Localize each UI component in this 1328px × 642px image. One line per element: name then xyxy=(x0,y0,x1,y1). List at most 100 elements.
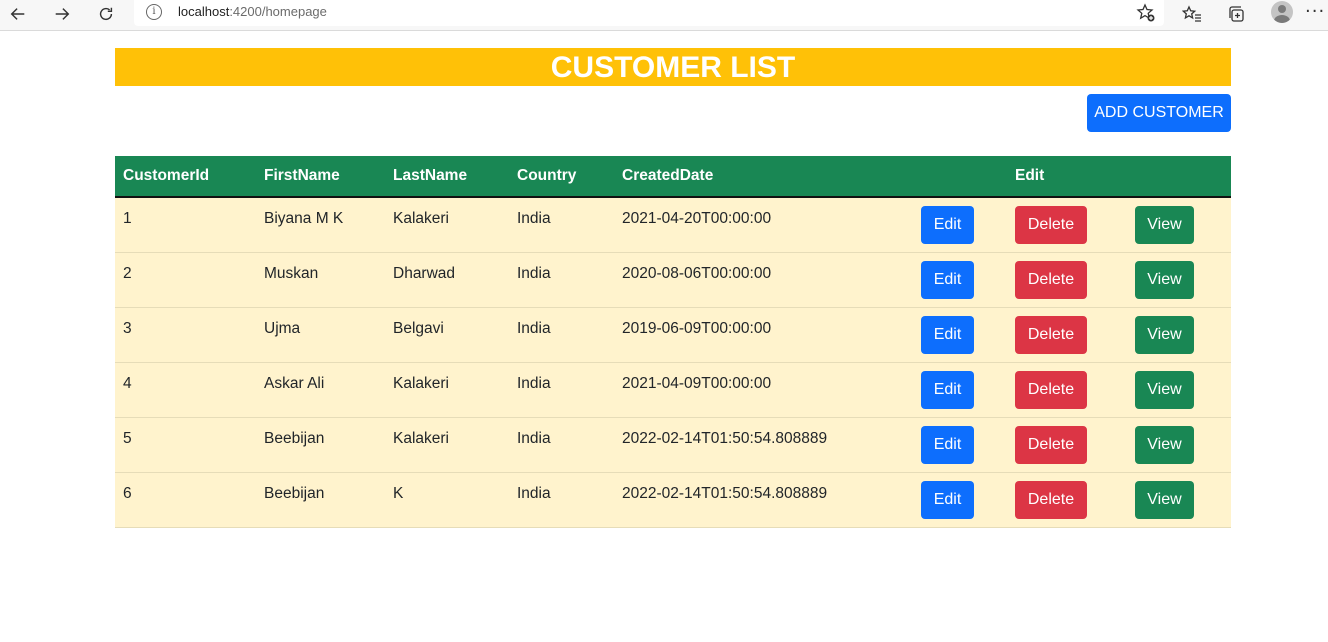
customer-table: CustomerId FirstName LastName Country Cr… xyxy=(115,156,1231,528)
action-cell: View xyxy=(1127,252,1231,307)
cell-country: India xyxy=(517,264,551,282)
view-button[interactable]: View xyxy=(1135,480,1194,519)
cell-firstname: Ujma xyxy=(264,319,301,337)
favorites-icon[interactable] xyxy=(1181,3,1203,25)
cell-createddate: 2021-04-20T00:00:00 xyxy=(622,210,772,227)
delete-button[interactable]: Delete xyxy=(1015,370,1087,409)
table-row: 5 Beebijan Kalakeri India 2022-02-14T01:50:5… xyxy=(115,417,1231,472)
url-path: :4200/homepage xyxy=(229,4,327,19)
cell-createddate: 2021-04-09T00:00:00 xyxy=(622,374,772,392)
action-cell: Delete xyxy=(1007,472,1127,527)
edit-button[interactable]: Edit xyxy=(921,205,974,244)
delete-button[interactable]: Delete xyxy=(1015,425,1087,464)
cell-createddate: 2020-08-06T00:00:00 xyxy=(622,264,772,282)
table-body: 1 Biyana M K Kalakeri India 2021-04-20T00:00… xyxy=(115,197,1231,527)
action-cell: Delete xyxy=(1007,417,1127,472)
table-row: 1 Biyana M K Kalakeri India 2021-04-20T00:00… xyxy=(115,197,1231,252)
edit-button[interactable]: Edit xyxy=(921,260,974,299)
table-header-row: CustomerId FirstName LastName Country Cr… xyxy=(115,156,1231,198)
action-cell: Edit xyxy=(913,362,1007,417)
edit-button[interactable]: Edit xyxy=(921,480,974,519)
cell-firstname: Askar Ali xyxy=(264,374,325,392)
more-icon[interactable]: ··· xyxy=(1305,1,1325,22)
avatar[interactable] xyxy=(1271,1,1293,23)
header-country: Country xyxy=(509,156,614,198)
delete-button[interactable]: Delete xyxy=(1015,315,1087,354)
star-add-icon[interactable] xyxy=(1136,3,1156,23)
url-text[interactable]: localhost:4200/homepage xyxy=(178,4,327,19)
delete-button[interactable]: Delete xyxy=(1015,480,1087,519)
cell-firstname: Muskan xyxy=(264,264,319,282)
cell-country: India xyxy=(517,210,551,227)
view-button[interactable]: View xyxy=(1135,260,1194,299)
header-lastname: LastName xyxy=(385,156,509,198)
cell-firstname: Beebijan xyxy=(264,429,325,447)
delete-button[interactable]: Delete xyxy=(1015,205,1087,244)
cell-createddate: 2022-02-14T01:50:54.808889 xyxy=(622,429,828,447)
cell-customerid: 6 xyxy=(123,484,132,502)
table-row: 4 Askar Ali Kalakeri India 2021-04-09T00:00:… xyxy=(115,362,1231,417)
collections-icon[interactable] xyxy=(1225,3,1247,25)
edit-button[interactable]: Edit xyxy=(921,315,974,354)
cell-country: India xyxy=(517,374,551,392)
cell-customerid: 4 xyxy=(123,374,132,392)
reload-icon[interactable] xyxy=(92,2,120,26)
action-cell: View xyxy=(1127,362,1231,417)
add-customer-button[interactable]: ADD CUSTOMER xyxy=(1087,94,1231,132)
view-button[interactable]: View xyxy=(1135,205,1194,244)
header-createddate: CreatedDate xyxy=(614,156,913,198)
browser-toolbar: i localhost:4200/homepage ··· xyxy=(0,0,1328,31)
cell-customerid: 2 xyxy=(123,264,132,282)
back-arrow-icon[interactable] xyxy=(4,2,32,26)
info-icon[interactable]: i xyxy=(146,4,162,20)
cell-country: India xyxy=(517,484,551,502)
cell-customerid: 1 xyxy=(123,210,132,227)
cell-lastname: Kalakeri xyxy=(393,429,449,447)
address-bar[interactable]: i localhost:4200/homepage xyxy=(134,0,1164,26)
action-cell: View xyxy=(1127,307,1231,362)
action-cell: View xyxy=(1127,197,1231,252)
url-host: localhost xyxy=(178,4,230,19)
cell-customerid: 3 xyxy=(123,319,132,337)
header-customerid: CustomerId xyxy=(115,156,256,198)
action-cell: Edit xyxy=(913,197,1007,252)
action-cell: Delete xyxy=(1007,252,1127,307)
action-cell: Edit xyxy=(913,472,1007,527)
page-title: CUSTOMER LIST xyxy=(115,48,1231,86)
view-button[interactable]: View xyxy=(1135,315,1194,354)
forward-arrow-icon[interactable] xyxy=(48,2,76,26)
cell-customerid: 5 xyxy=(123,429,132,447)
cell-firstname: Beebijan xyxy=(264,484,325,502)
edit-button[interactable]: Edit xyxy=(921,425,974,464)
cell-country: India xyxy=(517,429,551,447)
cell-lastname: K xyxy=(393,484,404,502)
action-cell: Edit xyxy=(913,252,1007,307)
header-actions-1 xyxy=(913,156,1007,198)
action-cell: Delete xyxy=(1007,307,1127,362)
cell-createddate: 2019-06-09T00:00:00 xyxy=(622,319,772,337)
view-button[interactable]: View xyxy=(1135,425,1194,464)
header-actions-3 xyxy=(1127,156,1231,198)
table-row: 2 Muskan Dharwad India 2020-08-06T00:00:00 Ed… xyxy=(115,252,1231,307)
avatar-head xyxy=(1278,5,1286,13)
cell-country: India xyxy=(517,319,551,337)
action-cell: Edit xyxy=(913,417,1007,472)
action-cell: View xyxy=(1127,417,1231,472)
edit-button[interactable]: Edit xyxy=(921,370,974,409)
cell-firstname: Biyana M K xyxy=(264,210,344,227)
header-edit: Edit xyxy=(1007,156,1127,198)
cell-lastname: Kalakeri xyxy=(393,210,449,227)
header-firstname: FirstName xyxy=(256,156,385,198)
cell-lastname: Kalakeri xyxy=(393,374,449,392)
cell-lastname: Dharwad xyxy=(393,264,456,282)
action-cell: Delete xyxy=(1007,197,1127,252)
cell-createddate: 2022-02-14T01:50:54.808889 xyxy=(622,484,828,502)
delete-button[interactable]: Delete xyxy=(1015,260,1087,299)
view-button[interactable]: View xyxy=(1135,370,1194,409)
action-cell: View xyxy=(1127,472,1231,527)
table-row: 6 Beebijan K India 2022-02-14T01:50:54.80888… xyxy=(115,472,1231,527)
avatar-body xyxy=(1274,15,1290,23)
action-cell: Edit xyxy=(913,307,1007,362)
table-row: 3 Ujma Belgavi India 2019-06-09T00:00:00 Edit… xyxy=(115,307,1231,362)
cell-lastname: Belgavi xyxy=(393,319,444,337)
